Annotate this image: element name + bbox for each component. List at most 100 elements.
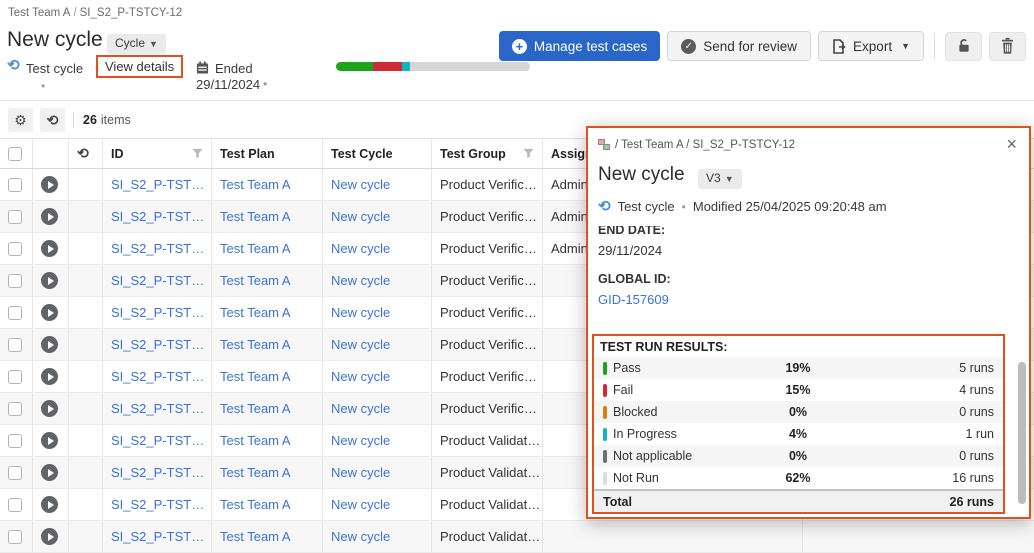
result-row-blocked: Blocked0%0 runs xyxy=(594,401,1003,423)
play-run-button[interactable] xyxy=(41,272,58,289)
send-for-review-button[interactable]: ✓ Send for review xyxy=(667,31,811,61)
play-run-button[interactable] xyxy=(41,400,58,417)
test-plan-link[interactable]: Test Team A xyxy=(220,433,291,448)
row-checkbox[interactable] xyxy=(8,274,22,288)
header-id[interactable]: ID xyxy=(103,139,212,168)
table-settings-button[interactable]: ⚙ xyxy=(8,108,33,132)
dot-separator: • xyxy=(41,79,45,93)
cell-plan: Test Team A xyxy=(212,425,323,456)
test-cycle-link[interactable]: New cycle xyxy=(331,337,390,352)
panel-title: New cycle xyxy=(598,164,685,186)
play-run-button[interactable] xyxy=(41,464,58,481)
run-id-link[interactable]: SI_S2_P-TST… xyxy=(111,241,204,256)
cell-plan: Test Team A xyxy=(212,457,323,488)
cell-plan: Test Team A xyxy=(212,489,323,520)
row-checkbox[interactable] xyxy=(8,530,22,544)
run-id-link[interactable]: SI_S2_P-TST… xyxy=(111,433,204,448)
cycle-type-dropdown[interactable]: Cycle▼ xyxy=(107,34,166,54)
play-run-button[interactable] xyxy=(41,528,58,545)
play-run-button[interactable] xyxy=(41,432,58,449)
row-checkbox[interactable] xyxy=(8,210,22,224)
test-cycle-link[interactable]: New cycle xyxy=(331,401,390,416)
cell-sync xyxy=(69,169,103,200)
cell-id: SI_S2_P-TST… xyxy=(103,425,212,456)
manage-test-cases-button[interactable]: + Manage test cases xyxy=(499,31,660,61)
play-run-button[interactable] xyxy=(41,304,58,321)
results-title: TEST RUN RESULTS: xyxy=(594,336,1003,357)
test-plan-link[interactable]: Test Team A xyxy=(220,401,291,416)
run-id-link[interactable]: SI_S2_P-TST… xyxy=(111,465,204,480)
test-plan-link[interactable]: Test Team A xyxy=(220,273,291,288)
dot-separator: • xyxy=(263,77,267,91)
cell-sync xyxy=(69,233,103,264)
header-test-group[interactable]: Test Group xyxy=(432,139,543,168)
test-plan-link[interactable]: Test Team A xyxy=(220,529,291,544)
play-run-button[interactable] xyxy=(41,176,58,193)
test-plan-link[interactable]: Test Team A xyxy=(220,497,291,512)
export-button[interactable]: Export ▼ xyxy=(818,31,924,61)
play-run-button[interactable] xyxy=(41,240,58,257)
run-id-link[interactable]: SI_S2_P-TST… xyxy=(111,337,204,352)
cell-group: Product Verific… xyxy=(432,265,543,296)
test-plan-link[interactable]: Test Team A xyxy=(220,241,291,256)
row-checkbox[interactable] xyxy=(8,402,22,416)
test-plan-link[interactable]: Test Team A xyxy=(220,305,291,320)
select-all-checkbox[interactable] xyxy=(8,147,22,161)
run-id-link[interactable]: SI_S2_P-TST… xyxy=(111,401,204,416)
test-cycle-link[interactable]: New cycle xyxy=(331,305,390,320)
test-cycle-link[interactable]: New cycle xyxy=(331,369,390,384)
test-cycle-link[interactable]: New cycle xyxy=(331,529,390,544)
run-id-link[interactable]: SI_S2_P-TST… xyxy=(111,529,204,544)
test-plan-link[interactable]: Test Team A xyxy=(220,465,291,480)
status-percent: 0% xyxy=(761,405,835,419)
test-cycle-link[interactable]: New cycle xyxy=(331,433,390,448)
header-test-plan[interactable]: Test Plan xyxy=(212,139,323,168)
play-run-button[interactable] xyxy=(41,496,58,513)
cycle-details-panel: / Test Team A / SI_S2_P-TSTCY-12 × New c… xyxy=(586,126,1031,519)
test-cycle-link[interactable]: New cycle xyxy=(331,497,390,512)
test-plan-link[interactable]: Test Team A xyxy=(220,337,291,352)
close-icon[interactable]: × xyxy=(1006,134,1017,155)
row-checkbox[interactable] xyxy=(8,306,22,320)
test-cycle-link[interactable]: New cycle xyxy=(331,273,390,288)
header-run xyxy=(33,139,69,168)
run-id-link[interactable]: SI_S2_P-TST… xyxy=(111,209,204,224)
status-label: Pass xyxy=(613,361,641,375)
run-id-link[interactable]: SI_S2_P-TST… xyxy=(111,369,204,384)
test-plan-link[interactable]: Test Team A xyxy=(220,177,291,192)
row-checkbox[interactable] xyxy=(8,242,22,256)
row-checkbox[interactable] xyxy=(8,434,22,448)
view-details-button[interactable]: View details xyxy=(96,55,183,78)
test-plan-link[interactable]: Test Team A xyxy=(220,369,291,384)
version-dropdown[interactable]: V3▼ xyxy=(698,169,742,189)
run-id-link[interactable]: SI_S2_P-TST… xyxy=(111,305,204,320)
row-checkbox[interactable] xyxy=(8,466,22,480)
play-run-button[interactable] xyxy=(41,208,58,225)
delete-button[interactable] xyxy=(989,32,1026,61)
test-cycle-link[interactable]: New cycle xyxy=(331,177,390,192)
run-id-link[interactable]: SI_S2_P-TST… xyxy=(111,273,204,288)
run-id-link[interactable]: SI_S2_P-TST… xyxy=(111,177,204,192)
cell-cycle: New cycle xyxy=(323,393,432,424)
play-run-button[interactable] xyxy=(41,368,58,385)
breadcrumb-project[interactable]: Test Team A xyxy=(8,7,70,19)
run-id-link[interactable]: SI_S2_P-TST… xyxy=(111,497,204,512)
test-cycle-link[interactable]: New cycle xyxy=(331,209,390,224)
row-checkbox[interactable] xyxy=(8,338,22,352)
cell-group: Product Verific… xyxy=(432,393,543,424)
test-cycle-link[interactable]: New cycle xyxy=(331,241,390,256)
row-checkbox[interactable] xyxy=(8,498,22,512)
row-checkbox[interactable] xyxy=(8,178,22,192)
status-percent: 19% xyxy=(761,361,835,375)
panel-scrollbar-thumb[interactable] xyxy=(1018,362,1026,504)
test-cycle-link[interactable]: New cycle xyxy=(331,465,390,480)
global-id-link[interactable]: GID-157609 xyxy=(598,292,669,307)
header-test-cycle[interactable]: Test Cycle xyxy=(323,139,432,168)
table-refresh-button[interactable]: ⟲ xyxy=(40,108,65,132)
filter-icon[interactable] xyxy=(192,148,203,159)
row-checkbox[interactable] xyxy=(8,370,22,384)
test-plan-link[interactable]: Test Team A xyxy=(220,209,291,224)
play-run-button[interactable] xyxy=(41,336,58,353)
lock-button[interactable] xyxy=(945,32,982,61)
filter-icon[interactable] xyxy=(523,148,534,159)
